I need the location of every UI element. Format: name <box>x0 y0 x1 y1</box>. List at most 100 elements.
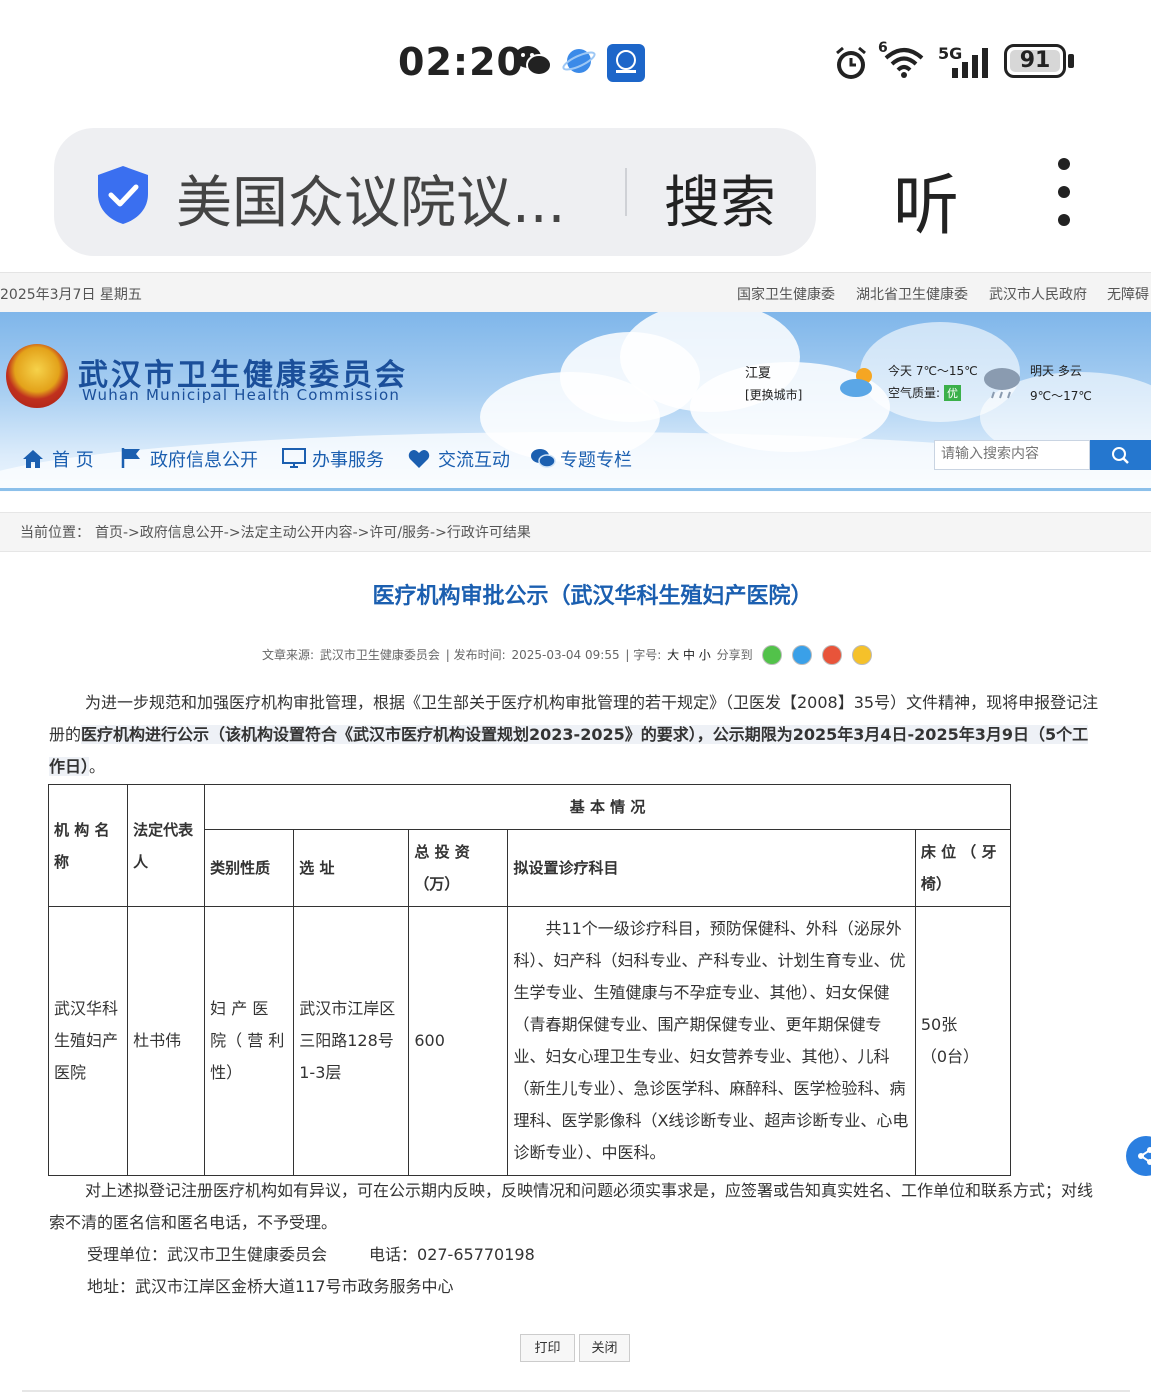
partly-sunny-icon <box>838 364 880 398</box>
floating-share-button[interactable] <box>1126 1136 1151 1176</box>
site-search-button[interactable] <box>1090 440 1151 470</box>
meta-source-label: 文章来源: <box>262 648 315 662</box>
nav-home-label: 首 页 <box>52 450 94 471</box>
home-icon <box>22 449 44 469</box>
cell-org-name: 武汉华科生殖妇产医院 <box>47 906 129 1176</box>
weather-city: 江夏 <box>745 366 772 381</box>
battery-icon: 91 <box>1004 44 1066 78</box>
header-investment: 总 投 资（万） <box>408 829 509 907</box>
battery-tip <box>1068 54 1074 68</box>
breadcrumb-label: 当前位置： <box>20 525 90 541</box>
cell-investment: 600 <box>408 906 509 1176</box>
header-beds: 床 位 （ 牙 椅） <box>914 829 1012 907</box>
meta-share-label: 分享到 <box>716 648 753 662</box>
footer-divider <box>22 1390 1130 1392</box>
close-button[interactable]: 关闭 <box>579 1334 630 1362</box>
weather-tomorrow-temp: 9℃～17℃ <box>1030 389 1092 403</box>
cell-category: 妇 产 医 院（ 营 利性） <box>204 906 295 1176</box>
contact-phone: 电话：027-65770198 <box>369 1245 535 1264</box>
heart-icon <box>408 449 430 469</box>
header-departments: 拟设置诊疗科目 <box>507 829 916 907</box>
browser-planet-icon <box>562 44 596 82</box>
weather-tomorrow: 明天 多云 <box>1030 364 1082 378</box>
address-line: 地址：武汉市江岸区金桥大道117号市政务服务中心 <box>87 1277 454 1296</box>
national-emblem-logo <box>6 344 68 408</box>
share-weibo-icon[interactable] <box>822 645 843 665</box>
cell-beds: 50张 （0台） <box>914 906 1012 1176</box>
battery-level: 91 <box>1019 48 1051 73</box>
header-address: 选 址 <box>293 829 410 907</box>
listen-button[interactable]: 听 <box>893 152 959 248</box>
org-name-en: Wuhan Municipal Health Commission <box>82 386 401 404</box>
header-legal-rep: 法定代表人 <box>127 784 206 907</box>
article-meta: 文章来源: 武汉市卫生健康委员会 | 发布时间: 2025-03-04 09:5… <box>262 645 874 665</box>
meta-source: 武汉市卫生健康委员会 <box>319 648 440 662</box>
cell-departments: 共11个一级诊疗科目，预防保健科、外科（泌尿外科）、妇产科（妇科专业、产科专业、… <box>507 906 916 1176</box>
header-org-name: 机 构 名 称 <box>47 784 129 907</box>
link-nhc[interactable]: 国家卫生健康委 <box>737 284 835 304</box>
share-favorite-icon[interactable] <box>851 645 872 665</box>
approval-table: 机 构 名 称 法定代表人 基 本 情 况 类别性质 选 址 总 投 资（万） … <box>47 784 1012 1176</box>
browser-query-text[interactable]: 美国众议院议... <box>176 158 565 239</box>
clock: 02:20 <box>398 40 524 84</box>
intro-end: 。 <box>89 757 106 776</box>
meta-fontsize-label: | 字号: <box>625 648 662 662</box>
air-quality-badge: 优 <box>944 385 962 401</box>
wechat-icon <box>514 44 552 82</box>
header-category: 类别性质 <box>204 829 295 907</box>
nav-topics-label: 专题专栏 <box>560 450 632 471</box>
shield-check-icon <box>94 164 152 230</box>
nav-services-label: 办事服务 <box>312 450 384 471</box>
objection-paragraph: 对上述拟登记注册医疗机构如有异议，可在公示期内反映，反映情况和问题必须实事求是，… <box>49 1181 1094 1232</box>
nav-topics[interactable]: 专题专栏 <box>530 446 632 472</box>
flag-icon <box>120 447 142 468</box>
share-icon <box>1138 1147 1151 1165</box>
alarm-icon <box>832 44 870 86</box>
search-icon <box>1112 447 1129 464</box>
dental-chairs-count: （0台） <box>920 1047 980 1066</box>
site-date: 2025年3月7日 星期五 <box>0 287 142 303</box>
print-button[interactable]: 打印 <box>520 1334 575 1362</box>
font-size-selector[interactable]: 大 中 小 <box>667 648 711 662</box>
site-search-box[interactable] <box>934 440 1095 470</box>
cell-legal-rep: 杜书伟 <box>127 906 206 1176</box>
nav-services[interactable]: 办事服务 <box>282 446 384 472</box>
nav-gov-info-label: 政府信息公开 <box>150 450 258 471</box>
nav-interaction[interactable]: 交流互动 <box>408 446 510 472</box>
header-basic-info: 基 本 情 况 <box>204 784 1011 830</box>
signal-icon <box>948 46 992 84</box>
site-search-input[interactable] <box>935 441 1095 467</box>
breadcrumb[interactable]: 首页->政府信息公开->法定主动公开内容->许可/服务->行政许可结果 <box>95 522 531 542</box>
intro-paragraph: 为进一步规范和加强医疗机构审批管理，根据《卫生部关于医疗机构审批管理的若干规定》… <box>49 687 1103 783</box>
wifi-badge: 6 <box>878 40 888 56</box>
search-bar-divider <box>625 168 627 216</box>
cell-address: 武汉市江岸区三阳路128号1-3层 <box>293 906 410 1176</box>
more-menu-icon[interactable] <box>1048 152 1080 236</box>
air-quality: 空气质量: 优 <box>888 384 962 401</box>
air-quality-label: 空气质量: <box>888 386 941 400</box>
share-qq-icon[interactable] <box>792 645 813 665</box>
link-wuhan-gov[interactable]: 武汉市人民政府 <box>989 284 1087 304</box>
cloudy-rain-icon <box>982 364 1022 400</box>
contact-line: 受理单位：武汉市卫生健康委员会 电话：027-65770198 <box>87 1239 1141 1271</box>
beds-count: 50张 <box>920 1015 958 1034</box>
link-accessibility[interactable]: 无障碍 <box>1107 284 1149 304</box>
nav-interaction-label: 交流互动 <box>438 450 510 471</box>
intro-bold-1: 医疗机构进行公示（该机构设置符合《武汉市医疗机构设置规划2023-2025》的要… <box>81 725 713 744</box>
weather-today: 今天 7℃～15℃ <box>888 364 978 378</box>
monitor-icon <box>282 447 306 468</box>
browser-search-button[interactable]: 搜索 <box>664 158 776 239</box>
share-wechat-icon[interactable] <box>762 645 783 665</box>
contact-unit: 受理单位：武汉市卫生健康委员会 <box>87 1245 328 1264</box>
nav-home[interactable]: 首 页 <box>22 446 94 472</box>
site-top-strip <box>0 272 1151 314</box>
meta-publish-label: | 发布时间: <box>445 648 506 662</box>
chat-bubbles-icon <box>530 447 556 468</box>
banner-divider <box>0 488 1151 491</box>
change-city-link[interactable]: [更换城市] <box>745 386 802 403</box>
table-row: 武汉华科生殖妇产医院 杜书伟 妇 产 医 院（ 营 利性） 武汉市江岸区三阳路1… <box>47 906 1012 1176</box>
meta-publish-time: 2025-03-04 09:55 <box>511 648 620 662</box>
nav-gov-info[interactable]: 政府信息公开 <box>120 446 258 472</box>
app-news-icon <box>607 44 645 86</box>
link-hubei-health[interactable]: 湖北省卫生健康委 <box>856 284 968 304</box>
